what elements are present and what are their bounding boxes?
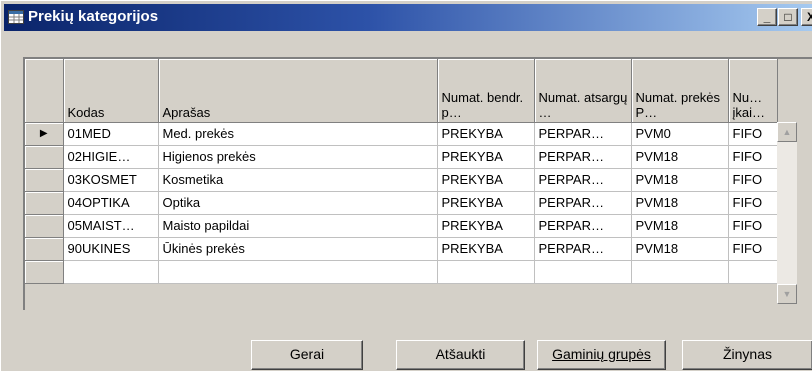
column-header-prekes-pvm[interactable]: Numat. prekės P… [631,59,729,123]
cell-bendr[interactable]: PREKYBA [437,191,535,215]
column-header-aprasas[interactable]: Aprašas [158,59,438,123]
row-selector[interactable] [25,168,64,192]
table-row[interactable]: 90UKINES Ūkinės prekės PREKYBA PERPAR… PVM18… [25,237,778,261]
row-selector-header[interactable] [25,59,64,123]
title-bar[interactable]: Prekių kategorijos _ □ X [4,4,812,31]
cell-bendr[interactable]: PREKYBA [437,237,535,261]
dialog-window: Prekių kategorijos _ □ X Kodas Aprašas N… [0,0,812,371]
row-selector[interactable] [25,260,64,284]
table-row[interactable]: 05MAIST… Maisto papildai PREKYBA PERPAR… PVM… [25,214,778,238]
cell-ikainojimas[interactable]: FIFO [728,122,778,146]
cell-ikainojimas[interactable]: FIFO [728,191,778,215]
maximize-label: □ [784,10,792,24]
cell-ikainojimas[interactable]: FIFO [728,237,778,261]
cell-prekes-pvm[interactable]: PVM18 [631,214,729,238]
table-row[interactable]: 04OPTIKA Optika PREKYBA PERPAR… PVM18 FIFO [25,191,778,215]
help-button-label: Žinynas [722,346,773,362]
ok-button[interactable]: Gerai [251,340,363,370]
row-selector[interactable]: ▶ [25,122,64,146]
cell-bendr[interactable]: PREKYBA [437,214,535,238]
cell-kodas[interactable]: 02HIGIE… [63,145,159,169]
cell-ikainojimas[interactable]: FIFO [728,214,778,238]
scroll-down-icon[interactable]: ▼ [777,284,797,304]
cell-prekes-pvm[interactable]: PVM18 [631,168,729,192]
cell-aprasas[interactable]: Higienos prekės [158,145,438,169]
cell-aprasas[interactable]: Maisto papildai [158,214,438,238]
cell-aprasas[interactable]: Kosmetika [158,168,438,192]
cell-atsargu[interactable]: PERPAR… [534,145,632,169]
row-selector[interactable] [25,214,64,238]
table-row[interactable] [25,260,778,284]
cell-atsargu[interactable]: PERPAR… [534,122,632,146]
cell-kodas[interactable]: 01MED [63,122,159,146]
cell-kodas[interactable]: 04OPTIKA [63,191,159,215]
cell-aprasas[interactable] [158,260,438,284]
column-header-ikainojimas[interactable]: Nu… įkai… [728,59,778,123]
vertical-scrollbar[interactable]: ▲ ▼ [777,122,797,304]
close-button[interactable]: X [801,8,812,26]
close-label: X [807,10,812,24]
product-groups-button[interactable]: Gaminių grupės [537,340,666,370]
cell-ikainojimas[interactable]: FIFO [728,168,778,192]
row-selector[interactable] [25,145,64,169]
cell-bendr[interactable]: PREKYBA [437,122,535,146]
cancel-button[interactable]: Atšaukti [396,340,525,370]
cell-atsargu[interactable]: PERPAR… [534,214,632,238]
cell-bendr[interactable]: PREKYBA [437,168,535,192]
product-groups-button-label: Gaminių grupės [552,346,651,362]
row-selector[interactable] [25,237,64,261]
cancel-button-label: Atšaukti [435,346,486,362]
maximize-button[interactable]: □ [778,8,798,26]
ok-button-label: Gerai [289,346,325,362]
minimize-button[interactable]: _ [757,8,777,26]
cell-prekes-pvm[interactable] [631,260,729,284]
cell-kodas[interactable]: 05MAIST… [63,214,159,238]
header-row: Kodas Aprašas Numat. bendr. p… Numat. at… [25,59,778,123]
table-row[interactable]: 03KOSMET Kosmetika PREKYBA PERPAR… PVM18 FIFO [25,168,778,192]
cell-kodas[interactable] [63,260,159,284]
column-header-bendr[interactable]: Numat. bendr. p… [437,59,535,123]
row-selector[interactable] [25,191,64,215]
cell-bendr[interactable] [437,260,535,284]
column-header-kodas[interactable]: Kodas [63,59,159,123]
table-row[interactable]: 02HIGIE… Higienos prekės PREKYBA PERPAR… PVM… [25,145,778,169]
cell-prekes-pvm[interactable]: PVM0 [631,122,729,146]
categories-table: Kodas Aprašas Numat. bendr. p… Numat. at… [25,59,778,284]
column-header-atsargu[interactable]: Numat. atsargų … [534,59,632,123]
cell-atsargu[interactable] [534,260,632,284]
cell-kodas[interactable]: 90UKINES [63,237,159,261]
cell-atsargu[interactable]: PERPAR… [534,191,632,215]
cell-atsargu[interactable]: PERPAR… [534,237,632,261]
cell-prekes-pvm[interactable]: PVM18 [631,237,729,261]
window-title: Prekių kategorijos [28,8,159,25]
cell-aprasas[interactable]: Med. prekės [158,122,438,146]
minimize-label: _ [763,10,771,24]
cell-ikainojimas[interactable] [728,260,778,284]
scroll-up-icon[interactable]: ▲ [777,122,797,142]
cell-prekes-pvm[interactable]: PVM18 [631,191,729,215]
cell-aprasas[interactable]: Ūkinės prekės [158,237,438,261]
cell-kodas[interactable]: 03KOSMET [63,168,159,192]
cell-aprasas[interactable]: Optika [158,191,438,215]
cell-ikainojimas[interactable]: FIFO [728,145,778,169]
cell-atsargu[interactable]: PERPAR… [534,168,632,192]
categories-grid[interactable]: Kodas Aprašas Numat. bendr. p… Numat. at… [23,57,812,310]
table-icon [8,10,24,24]
cell-bendr[interactable]: PREKYBA [437,145,535,169]
cell-prekes-pvm[interactable]: PVM18 [631,145,729,169]
help-button[interactable]: Žinynas [682,340,812,370]
table-row[interactable]: ▶ 01MED Med. prekės PREKYBA PERPAR… PVM0 FIFO [25,122,778,146]
